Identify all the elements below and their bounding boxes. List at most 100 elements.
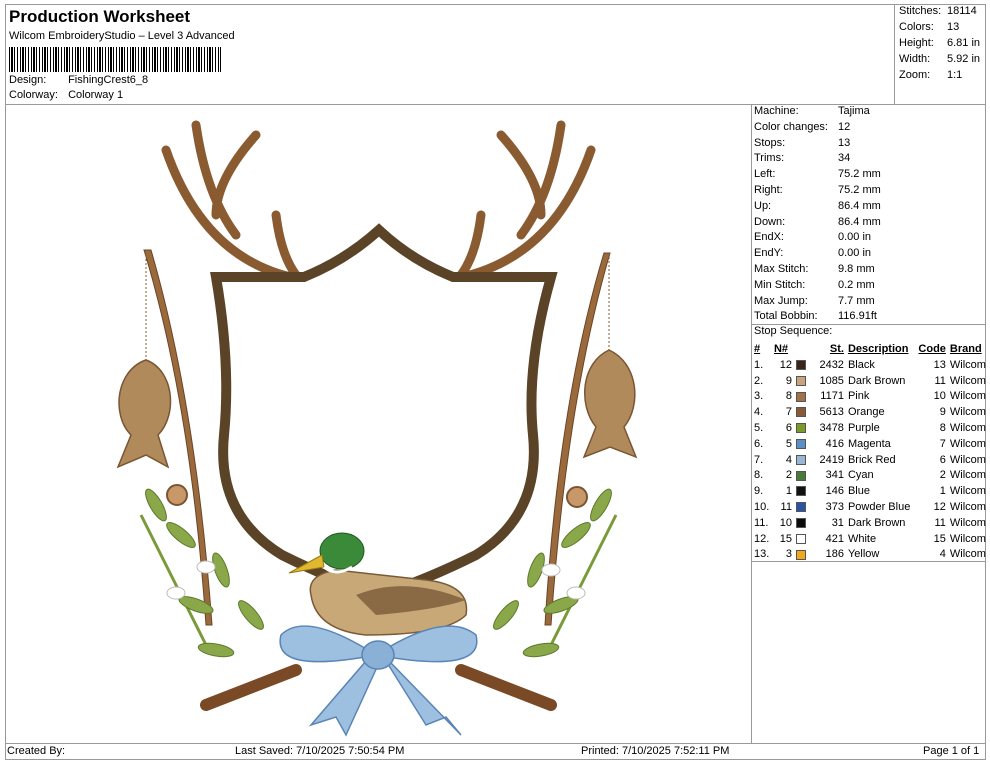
row-description: Dark Brown (847, 516, 906, 529)
param-row: Stops: 13 (752, 137, 986, 153)
design-value: FishingCrest6_8 (68, 74, 149, 86)
row-stitches: 373 (825, 501, 844, 514)
row-needle: 5 (785, 437, 792, 450)
row-swatch (795, 373, 812, 389)
row-description: Yellow (847, 548, 880, 561)
row-brand: Wilcom (949, 516, 986, 529)
row-needle: 3 (785, 548, 792, 561)
row-num: 2. (754, 374, 764, 387)
summary-value: 5.92 in (947, 53, 981, 65)
row-description: Cyan (847, 469, 874, 482)
row-brand: Wilcom (949, 532, 986, 545)
row-brand: Wilcom (949, 437, 986, 450)
param-value: 86.4 mm (838, 199, 881, 212)
color-swatch (795, 533, 806, 544)
param-row: EndX: 0.00 in (752, 231, 986, 247)
embroidery-design-image (116, 120, 638, 737)
last-saved: Last Saved: 7/10/2025 7:50:54 PM (235, 745, 405, 757)
table-row: 1. 12 2432 Black 13 Wilcom (752, 357, 986, 373)
row-needle: 8 (785, 390, 792, 403)
row-needle: 4 (785, 453, 792, 466)
row-stitches: 1171 (820, 390, 844, 403)
row-brand: Wilcom (949, 548, 986, 561)
row-num: 13. (754, 548, 770, 561)
col-needle: N# (773, 343, 789, 355)
row-num: 6. (754, 437, 764, 450)
param-row: Left: 75.2 mm (752, 168, 986, 184)
table-row: 3. 8 1171 Pink 10 Wilcom (752, 389, 986, 405)
row-swatch (795, 389, 812, 405)
table-row: 10. 11 373 Powder Blue 12 Wilcom (752, 499, 986, 515)
row-stitches: 421 (825, 532, 844, 545)
row-stitches: 1085 (819, 374, 844, 387)
row-needle: 6 (785, 422, 792, 435)
colorway-row: Colorway: Colorway 1 (9, 89, 123, 101)
param-label: Left: (754, 168, 776, 181)
row-brand: Wilcom (949, 422, 986, 435)
row-code: 6 (939, 453, 946, 466)
row-brand: Wilcom (949, 469, 986, 482)
row-description: Dark Brown (847, 374, 906, 387)
design-row: Design: FishingCrest6_8 (9, 74, 148, 86)
row-description: Purple (847, 422, 880, 435)
summary-zoom: Zoom: 1:1 (899, 69, 985, 81)
worksheet-header: Production Worksheet Wilcom EmbroiderySt… (5, 4, 895, 104)
row-stitches: 341 (825, 469, 844, 482)
row-swatch (795, 404, 812, 420)
row-description: Magenta (847, 437, 891, 450)
param-row: Max Stitch: 9.8 mm (752, 263, 986, 279)
param-value: 86.4 mm (838, 215, 881, 228)
row-swatch (795, 515, 812, 531)
col-description: Description (847, 343, 909, 355)
row-stitches: 2432 (819, 358, 844, 371)
col-num: # (754, 343, 761, 355)
row-code: 2 (939, 469, 946, 482)
param-value: Tajima (838, 105, 870, 117)
param-row: Max Jump: 7.7 mm (752, 295, 986, 311)
param-label: EndY: (754, 247, 784, 260)
row-num: 1. (754, 358, 764, 371)
param-label: Right: (754, 183, 783, 196)
table-row: 12. 15 421 White 15 Wilcom (752, 531, 986, 547)
row-swatch (795, 483, 812, 499)
created-by: Created By: (7, 745, 66, 757)
row-stitches: 146 (825, 485, 844, 498)
row-brand: Wilcom (949, 501, 986, 514)
param-row: Trims: 34 (752, 152, 986, 168)
page-title: Production Worksheet (9, 7, 191, 26)
row-description: Pink (847, 390, 870, 403)
color-swatch (795, 486, 806, 497)
summary-label: Height: (899, 37, 934, 49)
summary-colors: Colors: 13 (899, 21, 985, 33)
color-swatch (795, 423, 806, 434)
param-value: 116.91ft (838, 310, 877, 323)
row-description: Blue (847, 485, 870, 498)
color-swatch (795, 549, 806, 560)
summary-value: 1:1 (947, 69, 963, 81)
row-brand: Wilcom (949, 374, 986, 387)
machine-parameters: Machine: Tajima Color changes: 12 Stops: 13… (752, 105, 986, 326)
col-stitches: St. (829, 343, 844, 355)
param-value: 75.2 mm (838, 183, 881, 196)
param-row: Right: 75.2 mm (752, 184, 986, 200)
param-row: Total Bobbin: 116.91ft (752, 310, 986, 326)
row-stitches: 31 (831, 516, 844, 529)
param-row: Min Stitch: 0.2 mm (752, 279, 986, 295)
summary-label: Width: (899, 53, 931, 65)
param-label: Color changes: (754, 120, 828, 133)
param-label: Up: (754, 199, 772, 212)
row-needle: 15 (779, 532, 792, 545)
param-value: 0.00 in (838, 231, 872, 244)
summary-label: Zoom: (899, 69, 931, 81)
row-needle: 10 (779, 516, 792, 529)
table-header-row: # N# St. Description Code Brand (752, 341, 986, 357)
col-code: Code (918, 343, 946, 355)
color-swatch (795, 359, 806, 370)
table-row: 9. 1 146 Blue 1 Wilcom (752, 483, 986, 499)
col-swatch (796, 341, 812, 357)
param-row: EndY: 0.00 in (752, 247, 986, 263)
row-swatch (795, 357, 812, 373)
row-brand: Wilcom (949, 453, 986, 466)
row-brand: Wilcom (949, 485, 986, 498)
table-row: 7. 4 2419 Brick Red 6 Wilcom (752, 452, 986, 468)
